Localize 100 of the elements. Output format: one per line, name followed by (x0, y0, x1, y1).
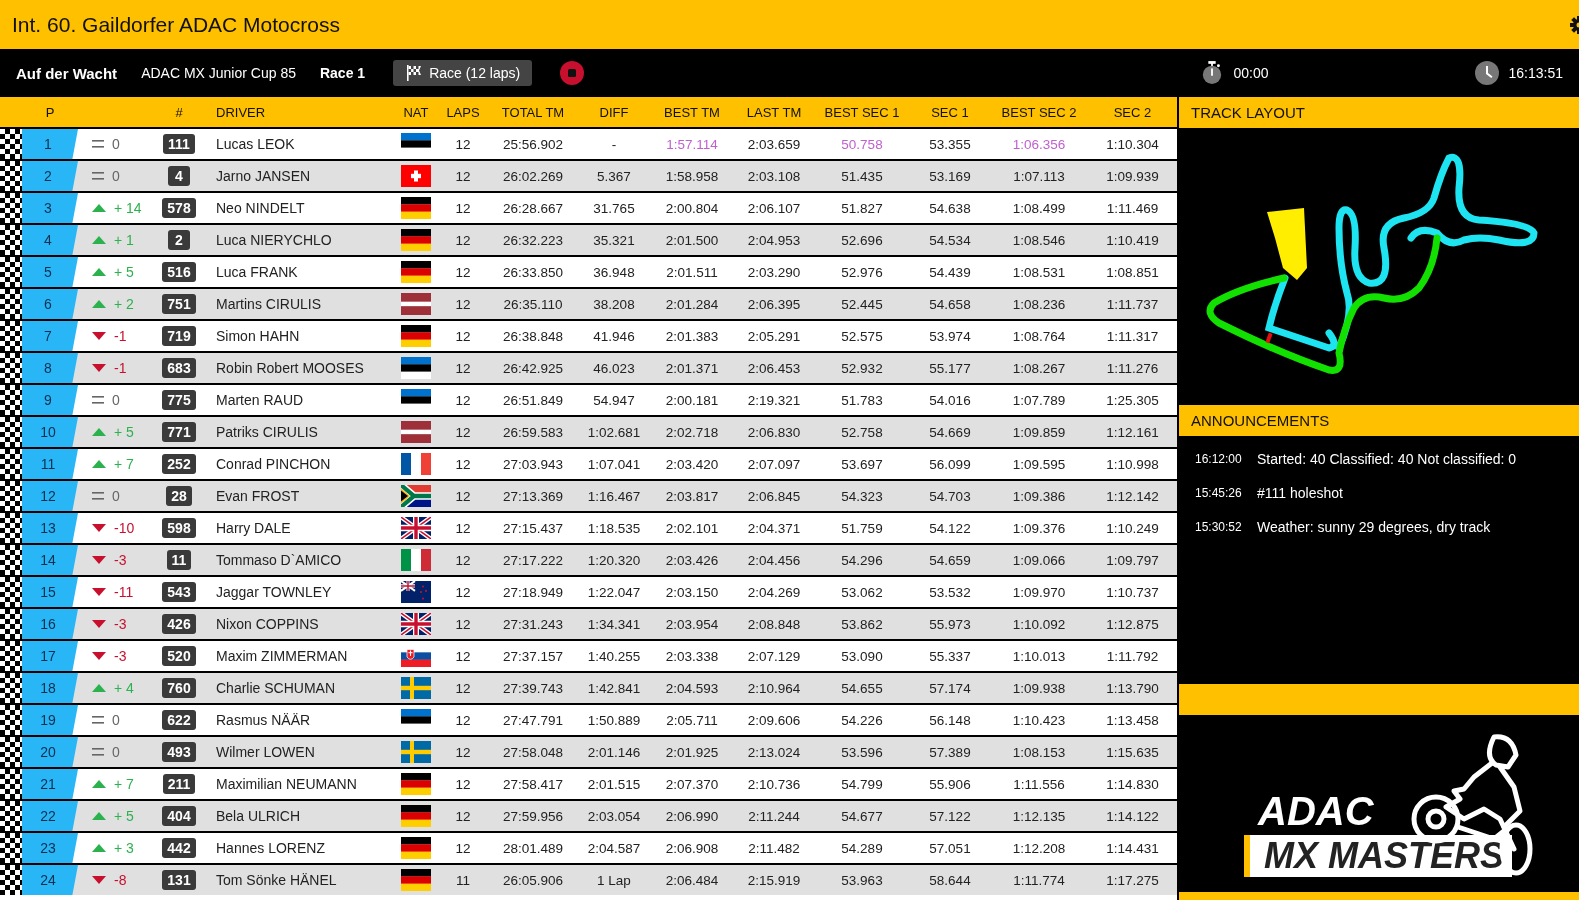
table-cell-text: 54.122 (928, 520, 972, 536)
checkered-strip (0, 353, 22, 383)
table-cell-text: 1:10.304 (1105, 136, 1160, 152)
number-badge: 516 (162, 262, 196, 282)
driver-name: Martins CIRULIS (215, 296, 323, 312)
table-cell-text: 55.177 (928, 360, 972, 376)
table-cell-text: 54.226 (840, 712, 884, 728)
table-cell-text: 2:05.291 (746, 328, 802, 344)
table-cell-text: 2:01.511 (665, 264, 719, 280)
number-badge: 622 (162, 710, 196, 730)
panel-title: TRACK LAYOUT (1191, 104, 1305, 121)
position-change: -1 (114, 360, 127, 376)
table-cell-text: 2:06.845 (746, 488, 802, 504)
position-cell: 21 (22, 769, 78, 799)
announcement-time: 15:30:52 (1195, 520, 1243, 534)
elapsed-time: 00:00 (1233, 65, 1269, 81)
table-cell-text: 1:50.889 (586, 712, 642, 728)
flag-icon (401, 869, 431, 891)
stop-icon[interactable] (560, 61, 585, 85)
table-cell-text: 27:39.743 (501, 680, 565, 696)
position-change: + 5 (114, 424, 134, 440)
table-cell-text: 52.575 (840, 328, 884, 344)
driver-name: Robin Robert MOOSES (215, 360, 365, 376)
table-cell-text: 12 (454, 328, 472, 344)
table-cell-text: 38.208 (592, 296, 636, 312)
checkered-strip (0, 129, 22, 159)
column-header: P (44, 104, 56, 120)
table-cell-text: 1:08.531 (1011, 264, 1067, 280)
table-cell-text: 2:03.420 (664, 456, 720, 472)
table-cell-text: 2:06.908 (664, 840, 720, 856)
table-cell-text: 1:10.423 (1011, 712, 1067, 728)
table-cell-text: 55.906 (928, 776, 972, 792)
table-cell-text: 27:58.417 (501, 776, 565, 792)
table-cell-text: 1:09.859 (1011, 424, 1067, 440)
number-badge: 683 (162, 358, 196, 378)
column-header: NAT (402, 104, 430, 120)
panel-title: ANNOUNCEMENTS (1191, 412, 1330, 429)
flag-icon (401, 773, 431, 795)
table-cell-text: 2:03.954 (664, 616, 720, 632)
clock-icon (1474, 61, 1499, 85)
table-cell-text: 1:34.341 (586, 616, 642, 632)
position-change: 0 (112, 392, 120, 408)
table-cell-text: 1:11.774 (1012, 872, 1066, 888)
table-cell-text: 35.321 (592, 232, 636, 248)
up-triangle-icon (92, 300, 106, 308)
position-cell: 9 (22, 385, 78, 415)
logo-text: ADAC (1258, 789, 1374, 834)
settings-icon[interactable] (1569, 14, 1579, 35)
table-cell-text: 57.389 (928, 744, 972, 760)
checkered-strip (0, 641, 22, 671)
table-cell-text: 12 (454, 264, 472, 280)
position-cell: 6 (22, 289, 78, 319)
equals-icon (92, 492, 104, 500)
table-cell-text: 52.445 (840, 296, 884, 312)
checkered-strip (0, 513, 22, 543)
table-cell-text: 12 (454, 552, 472, 568)
clock-time: 16:13:51 (1508, 65, 1563, 81)
column-header: BEST SEC 2 (1000, 104, 1078, 120)
driver-name: Luca FRANK (215, 264, 299, 280)
table-cell-text: 1:09.970 (1011, 584, 1067, 600)
position-cell: 24 (22, 865, 78, 895)
table-cell-text: 2:01.383 (664, 328, 720, 344)
table-cell-text: 54.638 (928, 200, 972, 216)
table-cell-text: 1:09.376 (1011, 520, 1067, 536)
table-cell-text: 51.827 (840, 200, 884, 216)
flag-icon (401, 549, 431, 571)
table-cell-text: 12 (454, 776, 472, 792)
table-cell-text: 2:06.990 (664, 808, 720, 824)
driver-name: Maxim ZIMMERMAN (215, 648, 349, 664)
position-change: 0 (112, 712, 120, 728)
table-cell-text: 12 (454, 360, 472, 376)
table-cell-text: 2:07.129 (746, 648, 802, 664)
number-badge: 2 (168, 230, 190, 250)
race-button[interactable]: Race (12 laps) (393, 60, 533, 86)
flag-icon (401, 421, 431, 443)
table-cell-text: 5.367 (596, 168, 632, 184)
table-cell-text: 2:00.804 (664, 200, 720, 216)
position-change: -11 (114, 584, 134, 600)
up-triangle-icon (92, 684, 106, 692)
venue-name: Auf der Wacht (16, 64, 118, 82)
checkered-strip (0, 545, 22, 575)
table-cell-text: 1:06.356 (1011, 136, 1067, 152)
table-cell-text: 1:20.320 (586, 552, 642, 568)
position-cell: 12 (22, 481, 78, 511)
table-cell-text: 55.973 (928, 616, 972, 632)
column-header: # (174, 104, 184, 120)
driver-name: Simon HAHN (215, 328, 301, 344)
table-cell-text: 2:03.817 (664, 488, 720, 504)
driver-name: Luca NIERYCHLO (215, 232, 333, 248)
flag-icon (401, 613, 431, 635)
table-cell-text: 41.946 (592, 328, 636, 344)
checkered-strip (0, 769, 22, 799)
driver-name: Marten RAUD (215, 392, 305, 408)
table-cell-text: 1:10.092 (1011, 616, 1067, 632)
table-cell-text: 26:32.223 (501, 232, 565, 248)
table-cell-text: 2:04.456 (746, 552, 802, 568)
table-cell-text: 57.174 (928, 680, 972, 696)
table-cell-text: 1:12.208 (1011, 840, 1067, 856)
table-cell-text: 54.016 (928, 392, 972, 408)
driver-name: Harry DALE (215, 520, 292, 536)
